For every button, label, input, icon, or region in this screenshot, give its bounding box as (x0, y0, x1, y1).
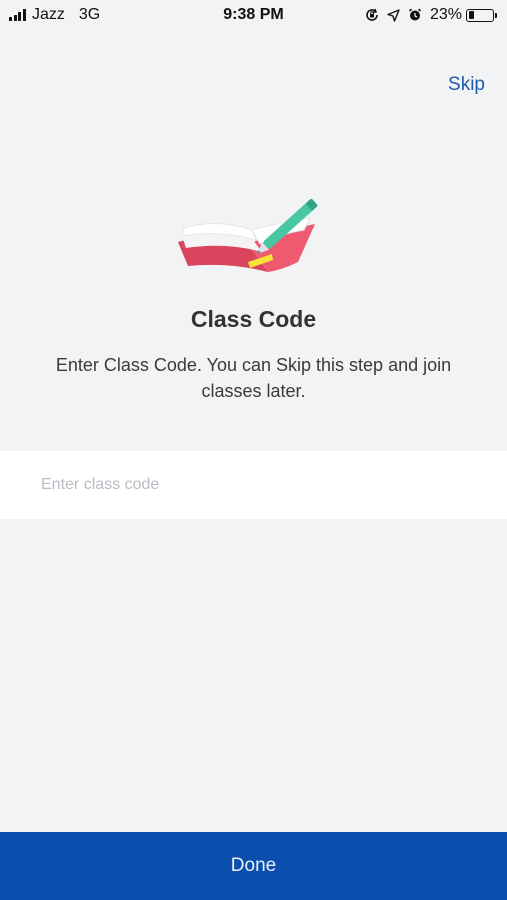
alarm-clock-icon (408, 8, 422, 22)
open-book-pencil-icon (170, 178, 335, 283)
done-button[interactable]: Done (0, 832, 507, 900)
page-title: Class Code (190, 306, 317, 332)
battery-percent: 23% (429, 6, 462, 23)
location-arrow-icon (387, 8, 400, 22)
page-subtitle: Enter Class Code. You can Skip this step… (55, 355, 452, 401)
battery-tip (495, 12, 497, 18)
status-bar: Jazz 3G 9:38 PM 23% (0, 0, 507, 32)
class-code-input[interactable] (0, 451, 507, 519)
class-code-field-container (0, 451, 507, 519)
status-right: 23% (365, 6, 497, 24)
battery-icon (466, 8, 494, 22)
skip-button[interactable]: Skip (448, 74, 485, 96)
screen-lock-icon (365, 8, 379, 22)
battery-level (468, 11, 474, 19)
